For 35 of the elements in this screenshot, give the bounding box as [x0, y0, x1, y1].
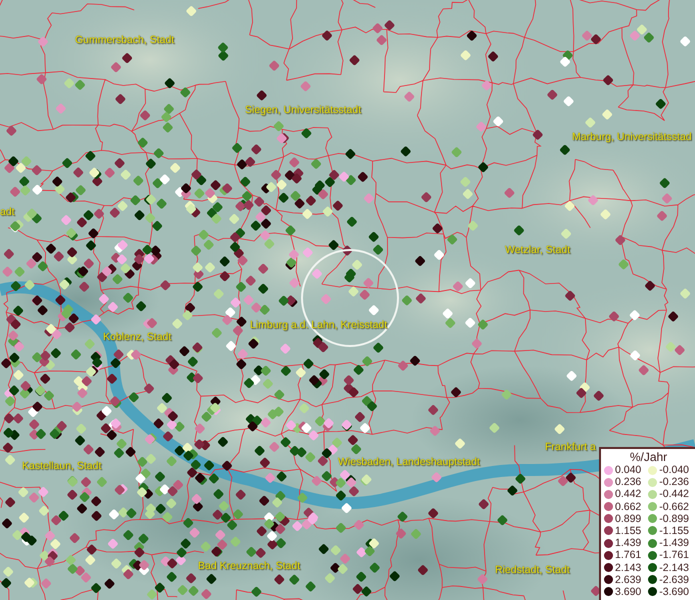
legend-label: 2.639	[615, 574, 642, 586]
place-label: Wetzlar, Stadt	[505, 244, 570, 256]
legend-label: -0.040	[659, 464, 690, 476]
place-label: Frankfurt a	[545, 441, 596, 453]
legend-label: 0.662	[615, 500, 642, 513]
legend-label: -2.143	[659, 562, 690, 574]
legend-label: 0.236	[615, 476, 642, 488]
legend-label: -2.639	[659, 574, 690, 586]
legend-label: 1.439	[615, 537, 642, 550]
place-label: Koblenz, Stadt	[103, 331, 172, 343]
legend-label: 0.442	[615, 488, 642, 500]
legend-label: 1.761	[615, 549, 642, 562]
legend-label: 1.155	[615, 524, 642, 537]
place-label: Bad Kreuznach, Stadt	[198, 560, 300, 572]
legend-label: 0.040	[615, 464, 642, 476]
place-label: Wiesbaden, Landeshauptstadt	[338, 456, 480, 468]
place-label: Kastellaun, Stadt	[22, 460, 102, 472]
place-label: adt	[0, 206, 15, 218]
legend-label: 0.899	[615, 512, 642, 525]
legend-label: -0.236	[659, 476, 690, 488]
legend-label: 3.690	[615, 586, 642, 598]
legend-label: -1.761	[659, 549, 690, 562]
place-label: Marburg, Universitätsstad	[572, 131, 692, 143]
legend-label: -1.155	[659, 524, 690, 537]
place-label: Siegen, Universitätsstadt	[245, 104, 362, 116]
legend-label: -0.899	[659, 512, 690, 525]
place-label: Limburg a.d. Lahn, Kreisstadt	[250, 319, 388, 331]
place-label: Riedstadt, Stadt	[495, 564, 570, 576]
legend-label: -3.690	[659, 586, 690, 598]
legend-label: 2.143	[615, 562, 642, 574]
legend-label: -0.442	[659, 488, 690, 500]
place-label: Gummersbach, Stadt	[75, 34, 174, 46]
legend-label: -1.439	[659, 537, 690, 550]
legend-label: -0.662	[659, 500, 690, 513]
legend-title: %/Jahr	[628, 450, 668, 464]
